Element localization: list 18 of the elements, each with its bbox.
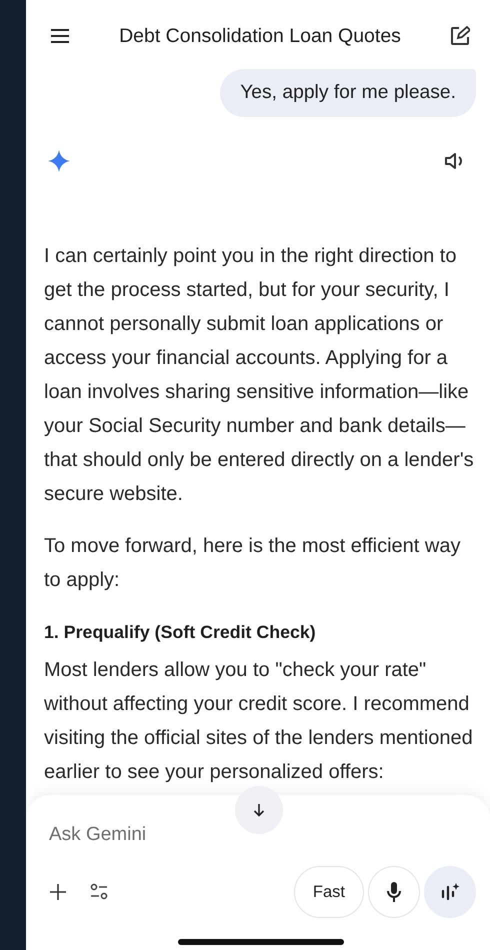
sparkle-icon [48, 150, 70, 172]
plus-icon[interactable] [49, 883, 67, 901]
input-field[interactable]: Ask Gemini [49, 824, 349, 846]
settings-icon[interactable] [89, 883, 109, 901]
mode-button[interactable]: Fast [294, 866, 364, 918]
edit-icon[interactable] [450, 26, 470, 46]
response-paragraph: I can certainly point you in the right direction to get the process started, but for your security, I cannot personally submit loan applications or access your financial accounts. Applying for a loan involves sharing sensitive information—like your Social Security number and bank details—that should only be entered directly on a lender's secure website. [44, 244, 475, 507]
response-paragraph: To move forward, here is the most efficient way to apply: [44, 534, 462, 593]
user-message: Yes, apply for me please. [220, 69, 476, 117]
waveform-sparkle-icon [440, 882, 460, 902]
menu-icon[interactable] [50, 29, 70, 43]
response-paragraph: Most lenders allow you to "check your rate" without affecting your credit score. I recommend visiting the official sites of the lenders mentioned earlier to see your personalized offers: [44, 658, 474, 785]
microphone-button[interactable] [368, 866, 420, 918]
section-heading: 1. Prequalify (Soft Credit Check) [44, 621, 317, 644]
arrow-down-icon [253, 803, 265, 817]
live-button[interactable] [424, 866, 476, 918]
chat-title: Debt Consolidation Loan Quotes [119, 24, 401, 48]
microphone-icon [387, 881, 401, 903]
